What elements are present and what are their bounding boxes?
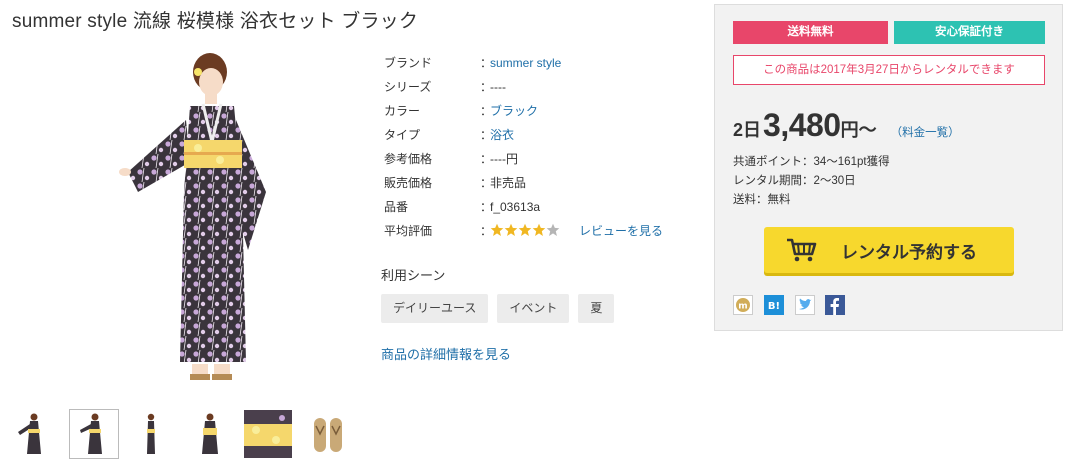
svg-text:m: m [738, 302, 747, 312]
rating-stars [490, 223, 560, 237]
spec-key: 平均評価 [384, 224, 433, 238]
shipping-info: 送料：無料 [733, 194, 791, 206]
thumbnail-yukata-back[interactable] [186, 410, 234, 458]
star-filled-icon [532, 223, 546, 236]
star-empty-icon [546, 223, 560, 236]
price-unit: 円〜 [840, 120, 877, 140]
price-list-link[interactable]: （料金一覧） [891, 124, 960, 140]
scene-tag[interactable]: イベント [497, 294, 570, 323]
product-spec-table: ブランド ： summer style シリーズ ： ---- カラー ： ブラ… [384, 54, 694, 246]
usage-scene-tags: デイリーユース イベント 夏 [381, 294, 615, 323]
spec-value: ---- [490, 80, 506, 94]
reserve-rental-button[interactable]: レンタル予約する [764, 227, 1014, 273]
thumbnail-obi-closeup[interactable] [244, 410, 292, 458]
spec-key: 参考価格 [384, 152, 433, 166]
price-row: 2日 3,480 円〜 （料金一覧） [733, 107, 960, 144]
spec-row-product-code: 品番 ： f_03613a [384, 198, 694, 222]
spec-key: シリーズ [384, 80, 432, 94]
product-details-link[interactable]: 商品の詳細情報を見る [381, 344, 511, 363]
guarantee-badge: 安心保証付き [894, 21, 1045, 44]
spec-value: ----円 [490, 152, 518, 166]
product-title: summer style 流線 桜模様 浴衣セット ブラック [12, 11, 419, 32]
spec-row-sale-price: 販売価格 ： 非売品 [384, 174, 694, 198]
spec-key: ブランド [384, 56, 433, 70]
spec-row-type: タイプ ： 浴衣 [384, 126, 694, 150]
star-filled-icon [504, 223, 518, 236]
price-amount: 3,480 [763, 107, 841, 143]
spec-key: カラー [384, 104, 421, 118]
spec-value: 非売品 [490, 176, 527, 190]
spec-row-brand: ブランド ： summer style [384, 54, 694, 78]
brand-link[interactable]: summer style [490, 54, 561, 72]
usage-scene-heading: 利用シーン [381, 268, 446, 283]
thumbnail-yukata-front[interactable] [10, 410, 58, 458]
thumbnail-yukata-side[interactable] [127, 410, 175, 458]
points-info: 共通ポイント：34〜161pt獲得 [733, 156, 890, 168]
thumbnail-yukata-front-selected[interactable] [69, 409, 119, 459]
shopping-cart-icon [787, 238, 817, 262]
hatena-bookmark-icon[interactable]: B! [764, 295, 784, 315]
review-link[interactable]: レビューを見る [579, 222, 663, 240]
free-shipping-badge: 送料無料 [733, 21, 888, 44]
spec-key: 品番 [384, 200, 409, 214]
spec-value: f_03613a [490, 200, 541, 214]
scene-tag[interactable]: デイリーユース [381, 294, 489, 323]
spec-row-reference-price: 参考価格 ： ----円 [384, 150, 694, 174]
spec-key: 販売価格 [384, 176, 433, 190]
availability-notice: この商品は2017年3月27日からレンタルできます [733, 55, 1045, 85]
star-filled-icon [518, 223, 532, 236]
price-days: 2日 [733, 120, 762, 140]
rental-period-info: レンタル期間：2〜30日 [733, 175, 856, 187]
mixi-check-icon[interactable]: m [733, 295, 753, 315]
svg-text:B!: B! [768, 301, 780, 312]
reserve-button-label: レンタル予約する [841, 242, 977, 262]
spec-row-color: カラー ： ブラック [384, 102, 694, 126]
spec-row-series: シリーズ ： ---- [384, 78, 694, 102]
star-filled-icon [490, 223, 504, 236]
spec-row-rating: 平均評価 ： レビューを見る [384, 222, 694, 246]
facebook-icon[interactable] [825, 295, 845, 315]
scene-tag[interactable]: 夏 [578, 294, 615, 323]
spec-key: タイプ [384, 128, 421, 142]
rental-panel: 送料無料 安心保証付き この商品は2017年3月27日からレンタルできます 2日… [714, 4, 1063, 331]
product-main-image [119, 53, 266, 380]
thumbnail-geta-sandals[interactable] [304, 410, 352, 458]
type-link[interactable]: 浴衣 [490, 126, 514, 144]
color-link[interactable]: ブラック [490, 102, 538, 120]
twitter-icon[interactable] [795, 295, 815, 315]
